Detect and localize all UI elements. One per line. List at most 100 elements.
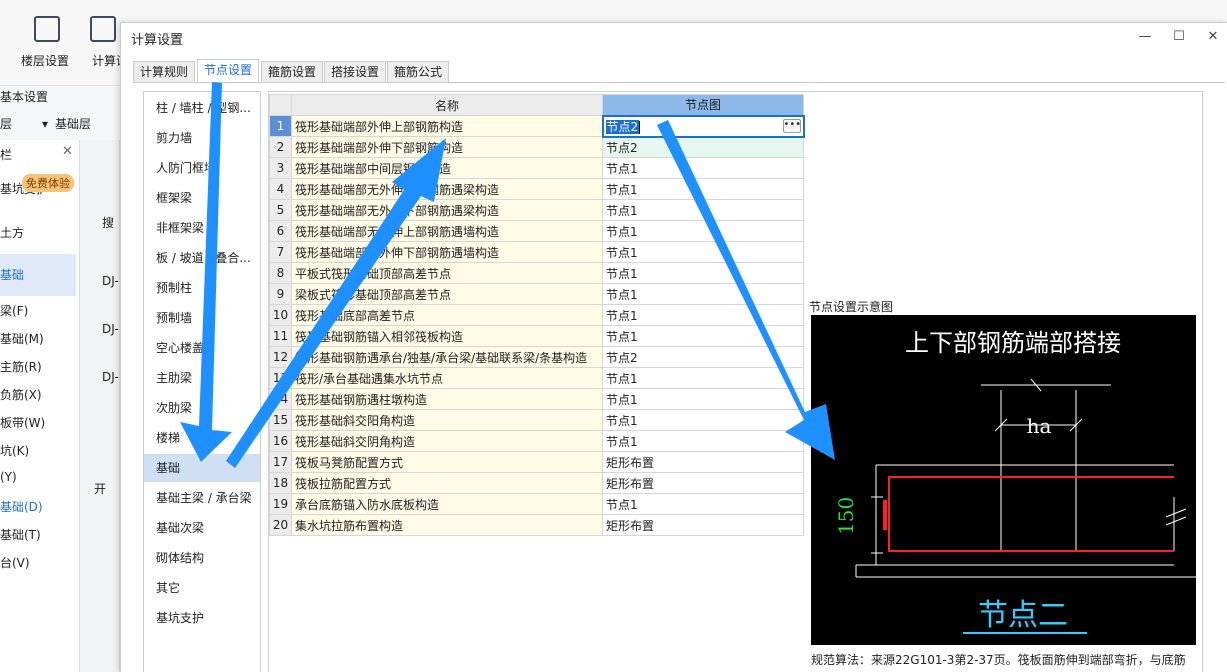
- category-item[interactable]: 基础次梁: [144, 514, 260, 542]
- category-item[interactable]: 剪力墙: [144, 124, 260, 152]
- row-node[interactable]: 节点1: [602, 409, 804, 431]
- row-node[interactable]: 节点1: [602, 178, 804, 200]
- category-item[interactable]: 预制柱: [144, 274, 260, 302]
- tree-item[interactable]: 基础(D): [0, 498, 76, 515]
- tree-item[interactable]: 台(V): [0, 554, 76, 571]
- tree-item[interactable]: 坑(K): [0, 442, 76, 459]
- table-row[interactable]: 5 筏形基础端部无外伸下部钢筋遇梁构造 节点1: [269, 199, 804, 221]
- tree-item-selected[interactable]: 基础: [0, 254, 76, 296]
- table-row[interactable]: 3 筏形基础端部中间层钢筋构造 节点1: [269, 157, 804, 179]
- category-item[interactable]: 楼梯: [144, 424, 260, 452]
- tree-item[interactable]: 基础(M): [0, 330, 76, 347]
- table-row[interactable]: 12 筏形基础钢筋遇承台/独基/承台梁/基础联系梁/条基构造 节点2: [269, 346, 804, 368]
- category-item[interactable]: 次肋梁: [144, 394, 260, 422]
- row-name: 承台底筋锚入防水底板构造: [291, 493, 603, 515]
- floor-combo[interactable]: 基础层: [55, 113, 91, 135]
- row-node[interactable]: 节点1: [602, 304, 804, 326]
- table-row[interactable]: 6 筏形基础端部无外伸上部钢筋遇墙构造 节点1: [269, 220, 804, 242]
- tree-item[interactable]: 主筋(R): [0, 358, 76, 375]
- tree-item[interactable]: 板带(W): [0, 414, 76, 431]
- category-item[interactable]: 基坑支护: [144, 604, 260, 632]
- row-node[interactable]: 节点1: [602, 325, 804, 347]
- calc-settings-button[interactable]: 计算设: [80, 14, 120, 78]
- row-node[interactable]: 节点1: [602, 430, 804, 452]
- row-node[interactable]: 节点2: [602, 136, 804, 158]
- table-row[interactable]: 8 平板式筏形基础顶部高差节点 节点1: [269, 262, 804, 284]
- table-row[interactable]: 2 筏形基础端部外伸下部钢筋构造 节点2: [269, 136, 804, 158]
- row-node[interactable]: 节点1: [602, 493, 804, 515]
- node-cell-editor[interactable]: 节点2 •••: [601, 114, 805, 138]
- close-icon[interactable]: ✕: [62, 144, 73, 159]
- category-item[interactable]: 预制墙: [144, 304, 260, 332]
- search-label[interactable]: 搜: [102, 214, 114, 231]
- layer-type-combo[interactable]: 层 ▾: [0, 113, 48, 135]
- table-row[interactable]: 13 筏形/承台基础遇集水坑节点 节点1: [269, 367, 804, 389]
- tab-node-settings[interactable]: 节点设置: [197, 59, 260, 84]
- floor-settings-button[interactable]: 楼层设置: [10, 14, 80, 78]
- table-row[interactable]: 1 筏形基础端部外伸上部钢筋构造 节点2 •••: [269, 114, 805, 138]
- category-item[interactable]: 其它: [144, 574, 260, 602]
- row-node[interactable]: 矩形布置: [602, 472, 804, 494]
- tab-calc-rules[interactable]: 计算规则: [133, 61, 196, 83]
- table-row[interactable]: 16 筏形基础斜交阴角构造 节点1: [269, 430, 804, 452]
- rebar-lines: [883, 476, 1174, 552]
- list-item[interactable]: DJ-: [102, 322, 119, 336]
- tree-item[interactable]: 基础(T): [0, 526, 76, 543]
- row-node[interactable]: 节点1: [602, 388, 804, 410]
- table-row[interactable]: 19 承台底筋锚入防水底板构造 节点1: [269, 493, 804, 515]
- tab-stirrup-formula[interactable]: 箍筋公式: [387, 61, 450, 83]
- tab-stirrup-settings[interactable]: 箍筋设置: [261, 61, 324, 83]
- tab-lap-settings[interactable]: 搭接设置: [324, 61, 387, 83]
- table-row[interactable]: 4 筏形基础端部无外伸上部钢筋遇梁构造 节点1: [269, 178, 804, 200]
- table-row[interactable]: 10 筏形基础底部高差节点 节点1: [269, 304, 804, 326]
- category-item[interactable]: 砌体结构: [144, 544, 260, 572]
- list-item[interactable]: DJ-: [102, 370, 119, 384]
- category-item[interactable]: 柱 / 墙柱 / 型钢...: [144, 94, 260, 122]
- row-node[interactable]: 节点1: [602, 367, 804, 389]
- row-node[interactable]: 矩形布置: [602, 451, 804, 473]
- category-item-selected[interactable]: 基础: [144, 454, 260, 482]
- node-caption: 节点二: [978, 598, 1068, 633]
- row-name: 筏形基础端部外伸下部钢筋构造: [291, 136, 603, 158]
- table-row[interactable]: 15 筏形基础斜交阳角构造 节点1: [269, 409, 804, 431]
- node-column-header[interactable]: 节点图: [602, 94, 804, 116]
- row-node[interactable]: 节点1: [602, 157, 804, 179]
- close-button[interactable]: ✕: [1203, 27, 1223, 47]
- category-item[interactable]: 人防门框墙: [144, 154, 260, 182]
- table-row[interactable]: 17 筏板马凳筋配置方式 矩形布置: [269, 451, 804, 473]
- row-node[interactable]: 节点1: [602, 220, 804, 242]
- maximize-button[interactable]: ☐: [1169, 27, 1189, 47]
- row-name: 集水坑拉筋布置构造: [291, 514, 603, 536]
- tree-item[interactable]: 梁(F): [0, 302, 76, 319]
- table-row[interactable]: 18 筏板拉筋配置方式 矩形布置: [269, 472, 804, 494]
- table-row[interactable]: 11 筏形基础钢筋锚入相邻筏板构造 节点1: [269, 325, 804, 347]
- category-item[interactable]: 空心楼盖: [144, 334, 260, 362]
- category-item[interactable]: 基础主梁 / 承台梁: [144, 484, 260, 512]
- name-column-header[interactable]: 名称: [291, 94, 603, 116]
- list-item[interactable]: DJ-: [102, 274, 119, 288]
- row-node[interactable]: 矩形布置: [602, 514, 804, 536]
- row-node[interactable]: 节点1: [602, 199, 804, 221]
- node-edit-input[interactable]: 节点2: [605, 119, 640, 134]
- row-name: 筏形基础斜交阳角构造: [291, 409, 603, 431]
- row-node[interactable]: 节点2: [602, 346, 804, 368]
- category-item[interactable]: 框架梁: [144, 184, 260, 212]
- table-row[interactable]: 9 梁板式筏形基础顶部高差节点 节点1: [269, 283, 804, 305]
- category-item[interactable]: 主肋梁: [144, 364, 260, 392]
- more-options-button[interactable]: •••: [782, 118, 801, 133]
- row-name: 筏形基础斜交阴角构造: [291, 430, 603, 452]
- tree-item[interactable]: 土方: [0, 224, 76, 241]
- tree-item[interactable]: (Y): [0, 470, 76, 484]
- table-row[interactable]: 7 筏形基础端部无外伸下部钢筋遇墙构造 节点1: [269, 241, 804, 263]
- minimize-button[interactable]: —: [1135, 27, 1155, 47]
- row-node[interactable]: 节点1: [602, 262, 804, 284]
- tab-divider: [133, 82, 1225, 83]
- table-row[interactable]: 20 集水坑拉筋布置构造 矩形布置: [269, 514, 804, 536]
- tree-item[interactable]: 负筋(X): [0, 386, 76, 403]
- free-trial-badge[interactable]: 免费体验: [22, 174, 74, 192]
- category-item[interactable]: 非框架梁: [144, 214, 260, 242]
- row-node[interactable]: 节点1: [602, 241, 804, 263]
- category-item[interactable]: 板 / 坡道 / 叠合...: [144, 244, 260, 272]
- table-row[interactable]: 14 筏形基础钢筋遇柱墩构造 节点1: [269, 388, 804, 410]
- row-node[interactable]: 节点1: [602, 283, 804, 305]
